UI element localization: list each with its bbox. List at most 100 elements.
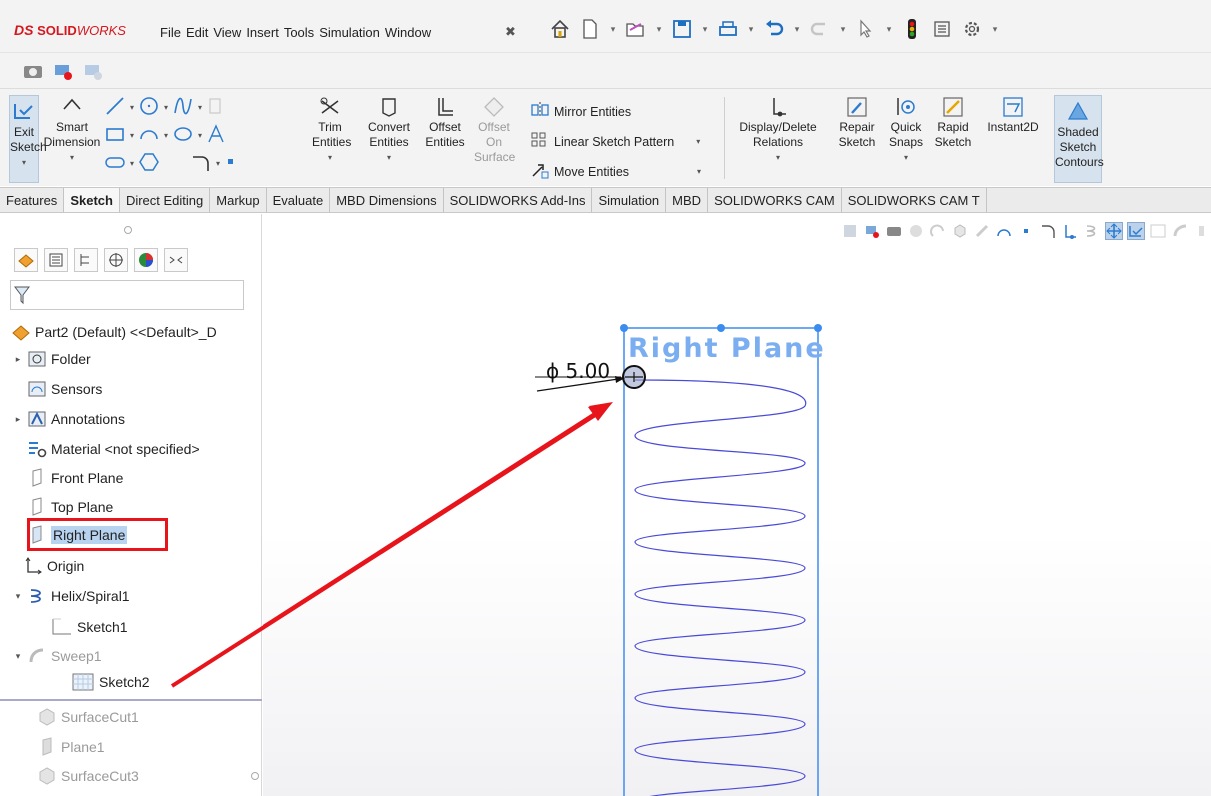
undo-icon[interactable] (762, 17, 786, 41)
file-properties-icon[interactable] (930, 17, 954, 41)
display-delete-relations-button[interactable]: Display/Delete Relations ▾ (734, 95, 822, 165)
slot-icon[interactable] (104, 151, 126, 176)
tree-item-origin[interactable]: Origin (22, 554, 84, 578)
spline-icon[interactable] (172, 95, 194, 120)
chevron-down-icon[interactable]: ▾ (40, 150, 104, 165)
instant2d-button[interactable]: Instant2D (982, 95, 1044, 135)
chevron-down-icon[interactable]: ▾ (10, 651, 26, 662)
mirror-entities-button[interactable]: Mirror Entities (530, 101, 631, 122)
tab-mbd[interactable]: MBD (666, 188, 709, 212)
chevron-down-icon[interactable]: ▾ (734, 150, 822, 165)
menu-simulation[interactable]: Simulation (319, 25, 380, 40)
tree-item-annotations[interactable]: ▸ Annotations (10, 407, 125, 431)
new-document-icon[interactable] (578, 17, 602, 41)
tab-simulation[interactable]: Simulation (592, 188, 667, 212)
print-icon[interactable] (716, 17, 740, 41)
tree-item-sketch2[interactable]: Sketch2 (70, 670, 150, 694)
chevron-down-icon[interactable]: ▾ (10, 591, 26, 602)
chevron-down-icon[interactable]: ▾ (164, 103, 168, 112)
smart-dimension-button[interactable]: Smart Dimension ▾ (40, 95, 104, 165)
line-icon[interactable] (104, 95, 126, 120)
chevron-down-icon[interactable]: ▾ (654, 24, 664, 35)
helix-curve[interactable] (634, 379, 807, 796)
chevron-down-icon[interactable]: ▾ (838, 24, 848, 35)
shaded-sketch-contours-button[interactable]: Shaded Sketch Contours (1054, 95, 1104, 183)
tree-item-sensors[interactable]: Sensors (10, 377, 102, 401)
dimxpert-tab-icon[interactable] (104, 248, 128, 272)
rollback-bar[interactable] (0, 699, 262, 701)
tree-item-top-plane[interactable]: Top Plane (10, 495, 113, 519)
chevron-down-icon[interactable]: ▾ (130, 159, 134, 168)
property-manager-tab-icon[interactable] (44, 248, 68, 272)
plane-sketch-icon[interactable] (206, 95, 224, 120)
configuration-manager-tab-icon[interactable] (74, 248, 98, 272)
solidworks-logo[interactable]: DS SOLIDWORKS (14, 22, 126, 38)
tree-item-front-plane[interactable]: Front Plane (10, 466, 123, 490)
diameter-dimension[interactable]: ϕ 5.00 (546, 359, 610, 383)
options-gear-icon[interactable] (960, 17, 984, 41)
polygon-icon[interactable] (138, 151, 160, 176)
fillet-icon[interactable] (190, 151, 212, 176)
tree-root-part[interactable]: Part2 (Default) <<Default>_D (10, 320, 217, 344)
tab-solidworks-add-ins[interactable]: SOLIDWORKS Add-Ins (444, 188, 593, 212)
chevron-down-icon[interactable]: ▾ (886, 150, 926, 165)
chevron-down-icon[interactable]: ▾ (990, 24, 1000, 35)
rapid-sketch-button[interactable]: Rapid Sketch (932, 95, 974, 150)
tree-item-plane1[interactable]: Plane1 (36, 735, 105, 759)
chevron-down-icon[interactable]: ▾ (312, 150, 348, 165)
offset-entities-button[interactable]: Offset Entities (422, 95, 468, 150)
rebuild-traffic-light-icon[interactable] (900, 17, 924, 41)
camera-icon[interactable] (22, 61, 44, 81)
panel-grip-handle[interactable] (124, 226, 132, 234)
plane-corner-handle[interactable] (620, 324, 628, 332)
chevron-down-icon[interactable]: ▾ (608, 24, 618, 35)
menu-view[interactable]: View (213, 25, 241, 40)
menu-file[interactable]: File (160, 25, 181, 40)
select-icon[interactable] (854, 17, 878, 41)
expand-panel-arrows-icon[interactable] (164, 248, 188, 272)
chevron-down-icon[interactable]: ▾ (10, 155, 38, 170)
chevron-down-icon[interactable]: ▾ (362, 150, 416, 165)
linear-sketch-pattern-button[interactable]: Linear Sketch Pattern ▾ (530, 131, 700, 152)
pin-icon[interactable]: ✖ (505, 24, 516, 40)
open-icon[interactable] (624, 17, 648, 41)
tree-filter-box[interactable] (10, 280, 244, 310)
text-icon[interactable] (206, 123, 226, 148)
trim-entities-button[interactable]: Trim Entities ▾ (312, 95, 351, 165)
chevron-down-icon[interactable]: ▾ (130, 103, 134, 112)
chevron-down-icon[interactable]: ▾ (164, 131, 168, 140)
expand-arrow-icon[interactable]: ▸ (10, 354, 26, 365)
menu-insert[interactable]: Insert (246, 25, 279, 40)
tab-direct-editing[interactable]: Direct Editing (120, 188, 211, 212)
expand-arrow-icon[interactable]: ▸ (10, 414, 26, 425)
exit-sketch-button[interactable]: Exit Sketch ▾ (9, 95, 47, 183)
tree-item-sweep1[interactable]: ▾ Sweep1 (10, 644, 102, 668)
chevron-down-icon[interactable]: ▾ (130, 131, 134, 140)
redo-icon[interactable] (808, 17, 832, 41)
repair-sketch-button[interactable]: Repair Sketch (834, 95, 880, 150)
chevron-down-icon[interactable]: ▾ (792, 24, 802, 35)
save-icon[interactable] (670, 17, 694, 41)
tab-solidworks-cam[interactable]: SOLIDWORKS CAM (708, 188, 842, 212)
chevron-down-icon[interactable]: ▾ (700, 24, 710, 35)
menu-window[interactable]: Window (385, 25, 431, 40)
tree-item-folder[interactable]: ▸ Folder (10, 347, 91, 371)
tab-solidworks-cam-tbm[interactable]: SOLIDWORKS CAM T (842, 188, 987, 212)
feature-manager-tab-icon[interactable] (14, 248, 38, 272)
tab-mbd-dimensions[interactable]: MBD Dimensions (330, 188, 444, 212)
chevron-down-icon[interactable]: ▾ (696, 137, 700, 146)
home-icon[interactable] (548, 17, 572, 41)
tree-item-surfacecut1[interactable]: SurfaceCut1 (36, 705, 139, 729)
chevron-down-icon[interactable]: ▾ (198, 131, 202, 140)
arc-icon[interactable] (138, 123, 160, 148)
chevron-down-icon[interactable]: ▾ (216, 159, 220, 168)
tree-item-material[interactable]: Material <not specified> (10, 437, 200, 461)
chevron-down-icon[interactable]: ▾ (697, 167, 701, 176)
chevron-down-icon[interactable]: ▾ (746, 24, 756, 35)
record-view-icon[interactable] (52, 61, 74, 81)
chevron-down-icon[interactable]: ▾ (198, 103, 202, 112)
graphics-area[interactable]: Right Plane ϕ 5.00 (263, 214, 1211, 796)
tab-sketch[interactable]: Sketch (64, 188, 120, 212)
move-entities-button[interactable]: Move Entities ▾ (530, 161, 701, 182)
tab-features[interactable]: Features (0, 188, 65, 212)
